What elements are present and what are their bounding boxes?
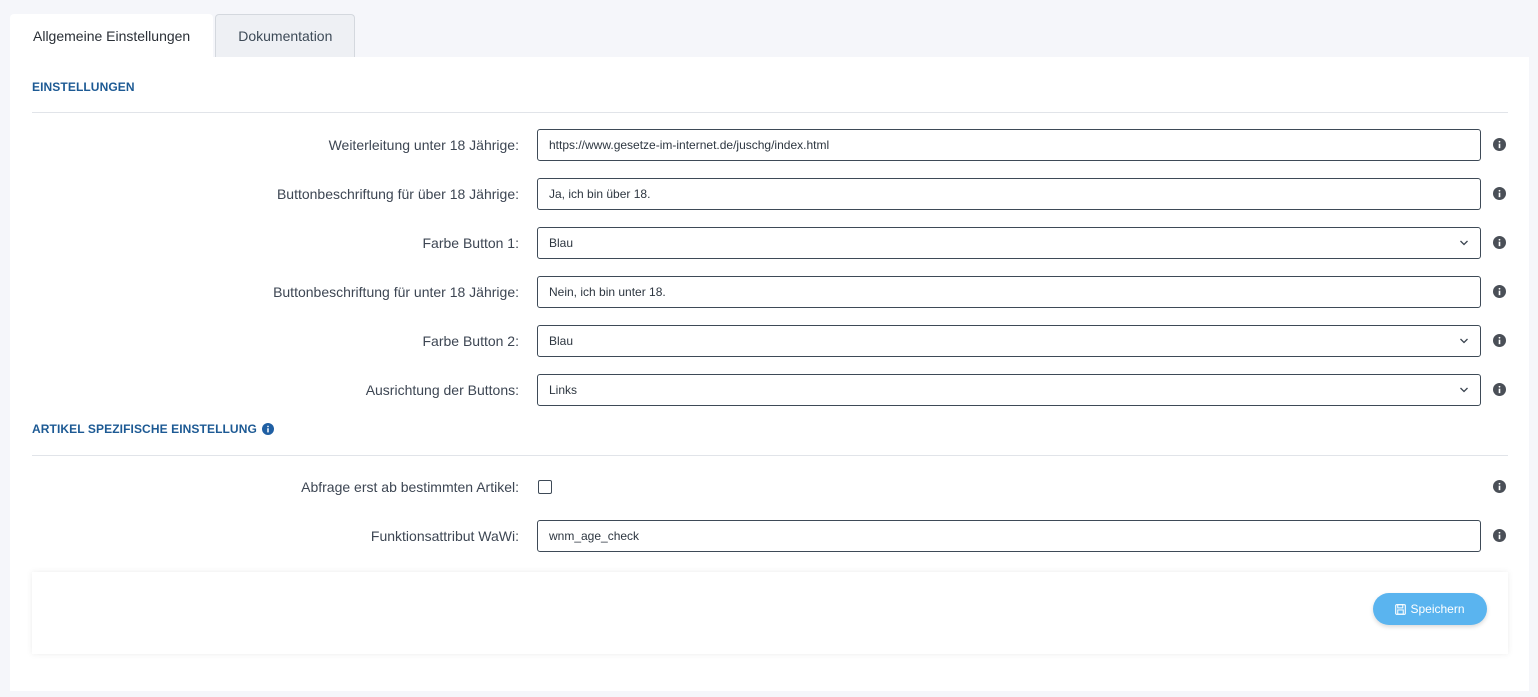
info-icon[interactable]: [1493, 334, 1506, 347]
form-footer: Speichern: [32, 572, 1508, 654]
color-button-1-label: Farbe Button 1:: [422, 235, 519, 251]
alignment-label: Ausrichtung der Buttons:: [365, 382, 519, 398]
row-wawi-attribute: Funktionsattribut WaWi:: [10, 520, 1529, 552]
color-button-2-select[interactable]: Blau: [537, 325, 1481, 357]
redirect-url-input[interactable]: [537, 129, 1481, 161]
row-redirect: Weiterleitung unter 18 Jährige:: [10, 129, 1529, 161]
info-icon[interactable]: [1493, 138, 1506, 151]
info-icon[interactable]: [1493, 529, 1506, 542]
wawi-attribute-label: Funktionsattribut WaWi:: [370, 528, 519, 544]
tab-bar: Allgemeine Einstellungen Dokumentation: [10, 14, 356, 57]
info-icon[interactable]: [1493, 480, 1506, 493]
article-check-label: Abfrage erst ab bestimmten Artikel:: [301, 479, 519, 495]
button-over-18-label: Buttonbeschriftung für über 18 Jährige:: [276, 186, 519, 202]
chevron-down-icon: [1460, 338, 1468, 344]
chevron-down-icon: [1460, 240, 1468, 246]
section-title-text: ARTIKEL SPEZIFISCHE EINSTELLUNG: [32, 422, 257, 436]
tab-dokumentation[interactable]: Dokumentation: [215, 14, 356, 57]
color-button-2-value: Blau: [549, 334, 574, 348]
floppy-disk-icon: [1395, 603, 1407, 615]
tab-allgemeine-einstellungen[interactable]: Allgemeine Einstellungen: [10, 14, 214, 57]
info-icon[interactable]: [261, 423, 274, 435]
info-icon[interactable]: [1493, 236, 1506, 249]
divider: [32, 455, 1508, 456]
button-under-18-input[interactable]: [537, 276, 1481, 308]
row-button-under-18: Buttonbeschriftung für unter 18 Jährige:: [10, 276, 1529, 308]
article-check-checkbox[interactable]: [538, 480, 552, 494]
row-alignment: Ausrichtung der Buttons: Links: [10, 374, 1529, 406]
save-button[interactable]: Speichern: [1373, 593, 1487, 625]
button-over-18-input[interactable]: [537, 178, 1481, 210]
redirect-label: Weiterleitung unter 18 Jährige:: [328, 137, 519, 153]
section-title-text: EINSTELLUNGEN: [32, 80, 135, 94]
wawi-attribute-input[interactable]: [537, 520, 1481, 552]
divider: [32, 112, 1508, 113]
info-icon[interactable]: [1493, 383, 1506, 396]
row-button-over-18: Buttonbeschriftung für über 18 Jährige:: [10, 178, 1529, 210]
color-button-1-select[interactable]: Blau: [537, 227, 1481, 259]
button-under-18-label: Buttonbeschriftung für unter 18 Jährige:: [273, 284, 519, 300]
color-button-2-label: Farbe Button 2:: [422, 333, 519, 349]
section-title-einstellungen: EINSTELLUNGEN: [32, 80, 135, 94]
settings-panel: EINSTELLUNGEN Weiterleitung unter 18 Jäh…: [10, 57, 1529, 691]
color-button-1-value: Blau: [549, 236, 574, 250]
chevron-down-icon: [1460, 387, 1468, 393]
info-icon[interactable]: [1493, 187, 1506, 200]
alignment-value: Links: [549, 383, 578, 397]
info-icon[interactable]: [1493, 285, 1506, 298]
save-button-label: Speichern: [1410, 602, 1465, 616]
row-color-button-2: Farbe Button 2: Blau: [10, 325, 1529, 357]
section-title-artikel: ARTIKEL SPEZIFISCHE EINSTELLUNG: [32, 422, 274, 436]
row-color-button-1: Farbe Button 1: Blau: [10, 227, 1529, 259]
alignment-select[interactable]: Links: [537, 374, 1481, 406]
row-article-check: Abfrage erst ab bestimmten Artikel:: [10, 471, 1529, 503]
